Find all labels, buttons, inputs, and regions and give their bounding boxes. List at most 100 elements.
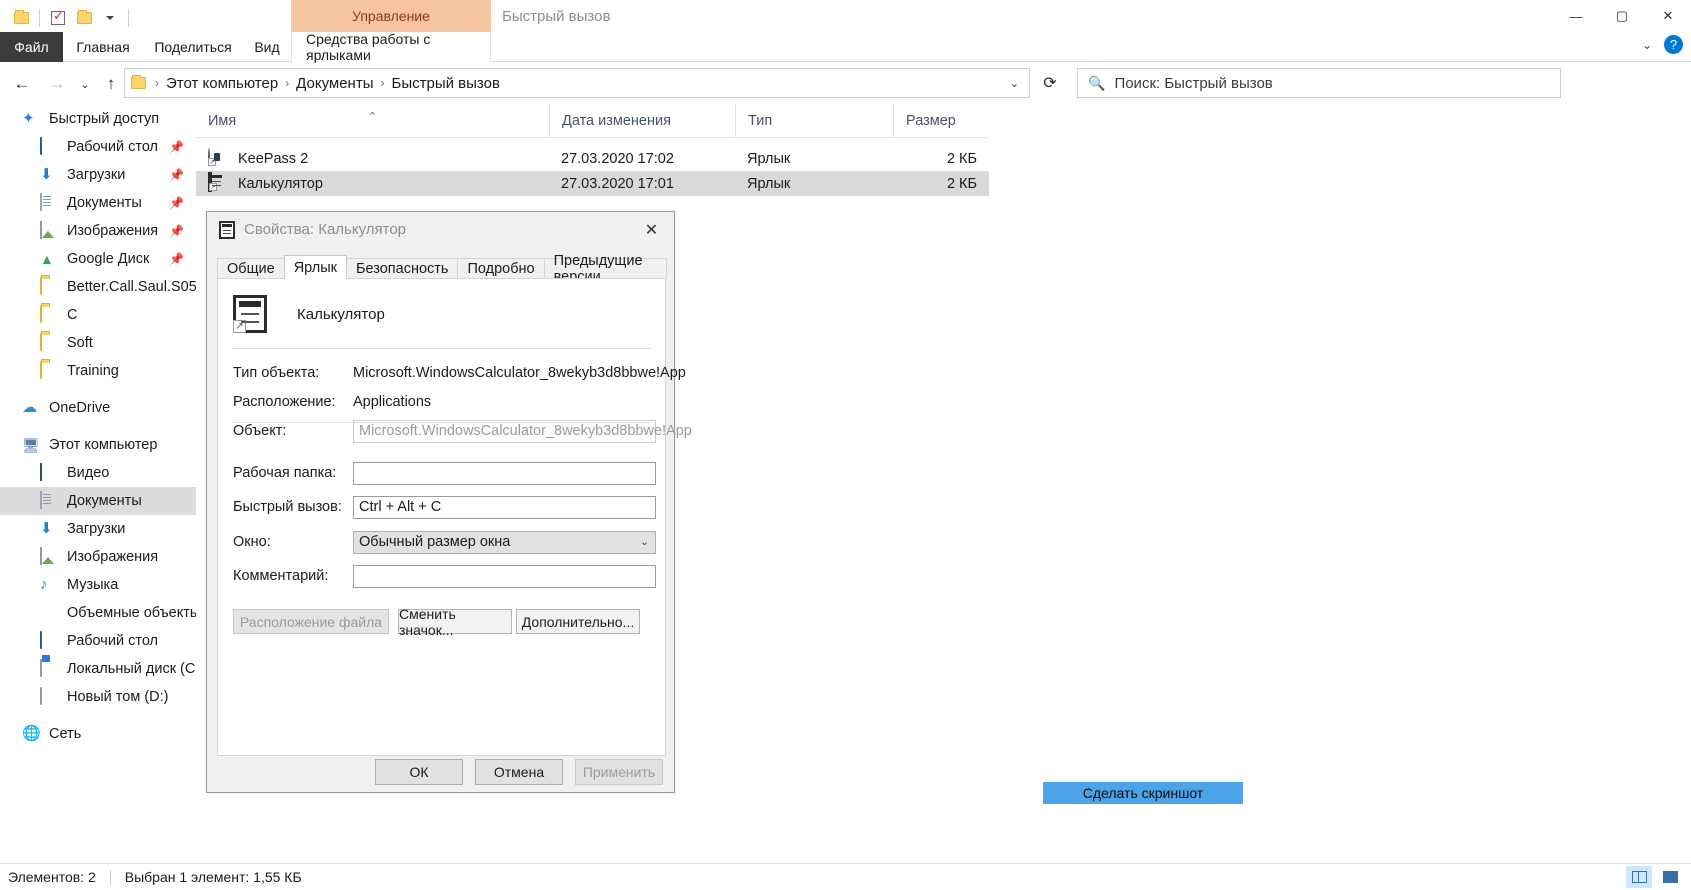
back-button[interactable]: ← xyxy=(10,71,34,97)
breadcrumb-item-this-pc[interactable]: Этот компьютер xyxy=(162,75,282,92)
pin-icon[interactable]: 📌 xyxy=(169,196,184,210)
table-row[interactable]: ↗ KeePass 2 27.03.2020 17:02 Ярлык 2 КБ xyxy=(196,146,989,171)
column-header-1[interactable]: Дата изменения xyxy=(549,104,735,137)
column-header-2[interactable]: Тип xyxy=(735,104,893,137)
sidebar-item-label: Загрузки xyxy=(67,167,126,183)
sidebar-item-1[interactable]: Рабочий стол 📌 xyxy=(0,133,196,161)
minimize-button[interactable]: — xyxy=(1553,0,1599,32)
pin-icon[interactable]: 📌 xyxy=(169,140,184,154)
properties-checkbox-icon[interactable] xyxy=(45,0,71,35)
maximize-button[interactable]: ▢ xyxy=(1599,0,1645,32)
ribbon-tab-share[interactable]: Поделиться xyxy=(143,32,243,62)
up-button[interactable]: ↑ xyxy=(99,71,123,97)
help-icon[interactable]: ? xyxy=(1664,35,1683,54)
sidebar-item-6[interactable]: Better.Call.Saul.S05. xyxy=(0,273,196,301)
sidebar-item-18[interactable]: Рабочий стол xyxy=(0,627,196,655)
column-header-0[interactable]: Имя ⌃ xyxy=(196,104,549,137)
dialog-tab-strip[interactable]: Общие Ярлык Безопасность Подробно Предыдущие… xyxy=(217,253,667,285)
chevron-down-icon[interactable]: ⌄ xyxy=(1002,77,1027,90)
navigation-pane[interactable]: ✦ Быстрый доступ Рабочий стол 📌 ⬇ Загрузки 📌 До… xyxy=(0,105,196,805)
pin-icon[interactable]: 📌 xyxy=(169,168,184,182)
dialog-tab-4[interactable]: Предыдущие версии xyxy=(543,253,667,285)
window-controls: — ▢ ✕ xyxy=(1553,0,1691,32)
breadcrumb-item-documents[interactable]: Документы xyxy=(292,75,377,92)
forward-button[interactable]: → xyxy=(45,71,69,97)
sidebar-item-17[interactable]: Объемные объекты xyxy=(0,599,196,627)
tiles-view-icon[interactable] xyxy=(1657,866,1683,888)
sidebar-item-label: Google Диск xyxy=(67,251,150,267)
sidebar-item-19[interactable]: Локальный диск (C xyxy=(0,655,196,683)
dialog-tab-1[interactable]: Ярлык xyxy=(283,255,347,279)
sidebar-item-label: C xyxy=(67,307,78,323)
sidebar-item-7[interactable]: C xyxy=(0,301,196,329)
dialog-tab-0[interactable]: Общие xyxy=(217,258,285,279)
ribbon-tab-view[interactable]: Вид xyxy=(243,32,291,62)
folder-icon xyxy=(40,361,60,380)
nav-group-gap xyxy=(0,422,196,431)
3d-objects-icon xyxy=(40,604,60,622)
field-label-4: Быстрый вызов: xyxy=(233,499,342,515)
search-input[interactable]: 🔍 Поиск: Быстрый вызов xyxy=(1077,68,1561,98)
sidebar-item-12[interactable]: Видео xyxy=(0,459,196,487)
drive-icon xyxy=(40,687,60,706)
status-divider xyxy=(109,869,111,885)
pin-icon[interactable]: 📌 xyxy=(169,224,184,238)
quick-access-toolbar[interactable] xyxy=(0,0,134,35)
field-input-5[interactable]: Обычный размер окна ⌄ xyxy=(353,530,656,554)
dialog-tab-3[interactable]: Подробно xyxy=(457,258,545,279)
new-folder-icon[interactable] xyxy=(71,0,97,35)
breadcrumb-item-current[interactable]: Быстрый вызов xyxy=(388,75,504,92)
view-mode-buttons[interactable] xyxy=(1626,866,1683,888)
ribbon-tab-shortcut-tools[interactable]: Средства работы с ярлыками xyxy=(291,31,491,63)
toolbar-divider xyxy=(39,8,40,27)
field-input-6[interactable] xyxy=(353,564,656,588)
close-button[interactable]: ✕ xyxy=(1645,0,1691,32)
column-header-3[interactable]: Размер xyxy=(893,104,989,137)
column-header-row[interactable]: Имя ⌃ Дата изменения Тип Размер xyxy=(196,104,989,138)
action-button-2[interactable]: Дополнительно... xyxy=(516,609,640,634)
ribbon-tab-file[interactable]: Файл xyxy=(0,32,63,62)
sidebar-item-9[interactable]: Training xyxy=(0,357,196,385)
field-label-5: Окно: xyxy=(233,534,271,550)
sidebar-item-20[interactable]: Новый том (D:) xyxy=(0,683,196,711)
sidebar-item-4[interactable]: Изображения 📌 xyxy=(0,217,196,245)
field-input-3[interactable] xyxy=(353,461,656,485)
field-value-0: Microsoft.WindowsCalculator_8wekyb3d8bbw… xyxy=(353,365,686,381)
footer-button-1[interactable]: Отмена xyxy=(475,759,563,785)
recent-locations-icon[interactable]: ⌄ xyxy=(74,71,96,97)
customize-caret-icon[interactable] xyxy=(97,0,123,35)
sidebar-item-16[interactable]: ♪ Музыка xyxy=(0,571,196,599)
action-button-1[interactable]: Сменить значок... xyxy=(398,606,512,638)
sidebar-item-5[interactable]: ▲ Google Диск 📌 xyxy=(0,245,196,273)
sidebar-item-13[interactable]: Документы xyxy=(0,487,196,515)
sidebar-item-14[interactable]: ⬇ Загрузки xyxy=(0,515,196,543)
dialog-close-button[interactable]: ✕ xyxy=(629,212,674,247)
window-title: Быстрый вызов xyxy=(502,7,611,25)
folder-icon xyxy=(40,333,60,352)
form-row-4: Быстрый вызов: Ctrl + Alt + C xyxy=(233,495,656,519)
sidebar-item-10[interactable]: ☁ OneDrive xyxy=(0,394,196,422)
sidebar-item-0[interactable]: ✦ Быстрый доступ xyxy=(0,105,196,133)
sidebar-item-15[interactable]: Изображения xyxy=(0,543,196,571)
sidebar-item-21[interactable]: 🌐 Сеть xyxy=(0,720,196,748)
pin-icon[interactable]: 📌 xyxy=(169,252,184,266)
properties-dialog[interactable]: Свойства: Калькулятор ✕ Общие Ярлык Безопа… xyxy=(206,211,692,793)
breadcrumb[interactable]: › Этот компьютер › Документы › Быстрый в… xyxy=(124,68,1030,98)
take-screenshot-button[interactable]: Сделать скриншот xyxy=(1043,782,1243,804)
field-input-4[interactable]: Ctrl + Alt + C xyxy=(353,495,656,519)
ribbon-tab-home[interactable]: Главная xyxy=(63,32,143,62)
music-icon: ♪ xyxy=(40,576,48,593)
footer-button-0[interactable]: ОК xyxy=(375,759,463,785)
folder-icon[interactable] xyxy=(8,0,34,35)
dialog-tab-2[interactable]: Безопасность xyxy=(345,258,459,279)
table-row[interactable]: ↗ Калькулятор 27.03.2020 17:01 Ярлык 2 КБ xyxy=(196,171,989,196)
sidebar-item-2[interactable]: ⬇ Загрузки 📌 xyxy=(0,161,196,189)
chevron-down-icon[interactable]: ⌄ xyxy=(1642,38,1652,52)
refresh-icon[interactable]: ⟳ xyxy=(1035,68,1065,98)
sidebar-item-11[interactable]: 🖥 Этот компьютер xyxy=(0,431,196,459)
chevron-down-icon[interactable]: ⌄ xyxy=(634,532,655,553)
sidebar-item-8[interactable]: Soft xyxy=(0,329,196,357)
sidebar-item-3[interactable]: Документы 📌 xyxy=(0,189,196,217)
details-view-icon[interactable] xyxy=(1626,866,1652,888)
dialog-footer[interactable]: ОК Отмена Применить xyxy=(207,752,674,792)
